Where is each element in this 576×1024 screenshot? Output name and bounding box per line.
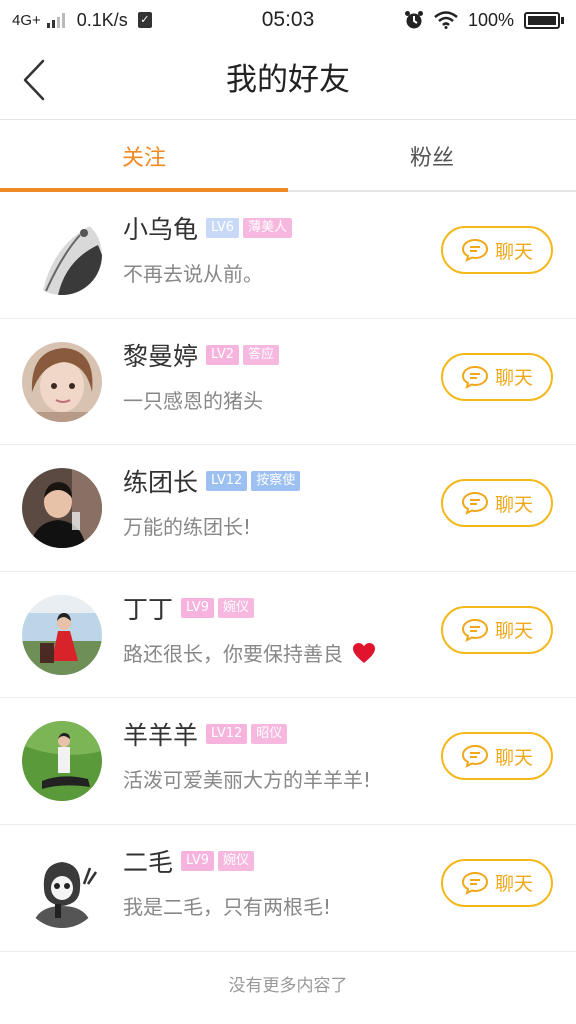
friend-row[interactable]: 小乌龟 LV6 薄美人 不再去说从前。 聊天 (0, 192, 576, 319)
title-badge: 婉仪 (218, 597, 255, 618)
chat-bubble-icon (461, 492, 488, 516)
chat-button[interactable]: 聊天 (441, 732, 553, 781)
status-right: 100% (404, 10, 564, 31)
friend-status: 路还很长，你要保持善良 (123, 638, 377, 667)
network-type: 4G+ (12, 11, 41, 29)
page-title: 我的好友 (226, 62, 350, 98)
friend-name: 羊羊羊 (123, 721, 199, 751)
friend-name: 二毛 (123, 847, 174, 877)
check-icon: ✓ (137, 12, 152, 28)
friend-status: 活泼可爱美丽大方的羊羊羊! (123, 768, 372, 793)
chat-bubble-icon (461, 745, 488, 769)
name-line: 丁丁 LV9 婉仪 (123, 588, 255, 628)
friend-name: 丁丁 (123, 594, 174, 624)
friend-status: 不再去说从前。 (123, 262, 263, 286)
level-badge: LV9 (181, 850, 214, 871)
chat-button[interactable]: 聊天 (441, 479, 553, 528)
chat-label: 聊天 (494, 746, 533, 769)
wifi-icon (434, 11, 458, 29)
name-line: 黎曼婷 LV2 答应 (123, 335, 280, 375)
avatar[interactable] (22, 468, 102, 549)
level-badge: LV6 (206, 218, 239, 238)
title-badge: 婉仪 (218, 850, 255, 871)
chat-button[interactable]: 聊天 (441, 858, 553, 907)
status-left: 4G+ 0.1K/s ✓ (12, 10, 152, 31)
tab-bar: 关注 粉丝 (0, 121, 576, 192)
level-badge: LV12 (206, 724, 248, 745)
title-badge: 答应 (243, 344, 280, 365)
friend-row[interactable]: 丁丁 LV9 婉仪 路还很长，你要保持善良 聊天 (0, 572, 576, 699)
title-badge: 按察使 (251, 471, 301, 492)
back-button[interactable] (14, 52, 54, 108)
avatar[interactable] (22, 721, 102, 802)
avatar[interactable] (22, 215, 102, 295)
friend-list: 小乌龟 LV6 薄美人 不再去说从前。 聊天 黎曼婷 LV2 答应 一只感恩的猪… (0, 192, 576, 952)
network-speed: 0.1K/s (76, 9, 128, 30)
battery-icon (524, 11, 564, 29)
chat-label: 聊天 (494, 873, 533, 896)
tab-following[interactable]: 关注 (0, 121, 288, 192)
avatar[interactable] (22, 594, 102, 675)
tab-fans[interactable]: 粉丝 (288, 121, 576, 190)
end-of-list-text: 没有更多内容了 (228, 976, 348, 996)
name-line: 小乌龟 LV6 薄美人 (123, 208, 293, 248)
chat-label: 聊天 (494, 620, 533, 643)
title-badge: 昭仪 (251, 724, 288, 745)
chat-bubble-icon (461, 618, 488, 642)
chat-label: 聊天 (494, 493, 533, 516)
friend-name: 练团长 (123, 468, 199, 498)
chevron-left-icon (23, 59, 45, 101)
chat-button[interactable]: 聊天 (441, 352, 553, 401)
friend-status: 我是二毛，只有两根毛! (123, 894, 332, 919)
status-bar: 4G+ 0.1K/s ✓ 05:03 100% (0, 0, 576, 40)
battery-percent: 100% (467, 9, 514, 30)
chat-bubble-icon (461, 238, 488, 262)
chat-label: 聊天 (494, 240, 533, 263)
friend-status: 一只感恩的猪头 (123, 388, 263, 413)
friend-name: 黎曼婷 (123, 341, 199, 371)
chat-button[interactable]: 聊天 (441, 226, 553, 274)
level-badge: LV2 (206, 344, 239, 365)
friend-row[interactable]: 羊羊羊 LV12 昭仪 活泼可爱美丽大方的羊羊羊! 聊天 (0, 698, 576, 825)
friend-row[interactable]: 黎曼婷 LV2 答应 一只感恩的猪头 聊天 (0, 319, 576, 446)
level-badge: LV12 (206, 471, 248, 492)
friend-status-text: 路还很长，你要保持善良 (123, 641, 343, 666)
heart-icon (353, 642, 376, 663)
chat-bubble-icon (461, 365, 488, 389)
name-line: 二毛 LV9 婉仪 (123, 841, 255, 881)
title-badge: 薄美人 (243, 218, 293, 238)
level-badge: LV9 (181, 597, 214, 618)
name-line: 练团长 LV12 按察使 (123, 461, 301, 501)
signal-icon (46, 12, 65, 28)
friend-row[interactable]: 练团长 LV12 按察使 万能的练团长! 聊天 (0, 445, 576, 572)
chat-bubble-icon (461, 871, 488, 895)
avatar[interactable] (22, 847, 102, 928)
alarm-icon (404, 11, 423, 29)
chat-label: 聊天 (494, 367, 533, 390)
friend-row[interactable]: 二毛 LV9 婉仪 我是二毛，只有两根毛! 聊天 (0, 825, 576, 952)
chat-button[interactable]: 聊天 (441, 605, 553, 654)
nav-bar: 我的好友 (0, 40, 576, 120)
friend-status: 万能的练团长! (123, 515, 252, 540)
name-line: 羊羊羊 LV12 昭仪 (123, 714, 288, 754)
avatar[interactable] (22, 341, 102, 422)
friend-name: 小乌龟 (123, 215, 199, 244)
